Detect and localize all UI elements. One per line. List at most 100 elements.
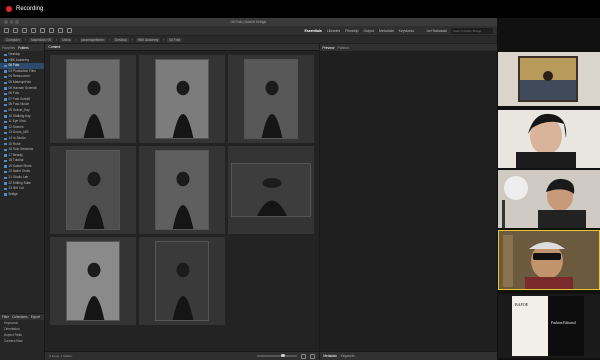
photo-image <box>155 59 210 139</box>
folder-icon <box>4 75 7 79</box>
folder-icon <box>4 171 7 174</box>
folder-icon <box>4 165 7 168</box>
thumb-portrait-7[interactable] <box>50 237 137 325</box>
tab-collections[interactable]: Collections <box>12 315 28 319</box>
tab-output[interactable]: Output <box>364 29 375 33</box>
rotate-right-icon[interactable] <box>67 28 72 33</box>
video-call-strip: BAFOE Fashion Editorial <box>498 18 600 360</box>
photo-image <box>155 241 210 321</box>
toolbar: Essentials Libraries Filmstrip Output Metada… <box>0 26 497 36</box>
breadcrumb: Computer › Macintosh HD › Users › jazzmagnifit… <box>0 36 497 44</box>
folder-icon <box>4 187 7 191</box>
tab-metadata[interactable]: Metadata <box>379 29 394 33</box>
grid-view-icon[interactable] <box>301 353 307 359</box>
minimize-icon[interactable] <box>9 20 13 24</box>
breadcrumb-item[interactable]: Computer <box>4 37 22 42</box>
record-dot-icon <box>6 6 12 12</box>
folder-icon <box>4 103 7 107</box>
breadcrumb-item[interactable]: Desktop <box>112 37 129 42</box>
folder-icon <box>4 143 7 146</box>
camera-icon[interactable] <box>31 28 36 33</box>
tab-favorites[interactable]: Favorites <box>2 46 15 50</box>
chevron-right-icon: › <box>163 37 165 42</box>
folder-icon <box>4 115 7 118</box>
tab-export[interactable]: Export <box>31 315 40 319</box>
thumb-portrait-3[interactable] <box>228 55 315 143</box>
maximize-icon[interactable] <box>15 20 19 24</box>
thumb-portrait-2[interactable] <box>139 55 226 143</box>
slide-brand: BAFOE <box>515 302 529 307</box>
tab-metadata[interactable]: Metadata <box>323 354 336 358</box>
filter-item[interactable]: Camera Raw <box>0 338 44 344</box>
folder-icon <box>4 154 7 157</box>
right-panel: Preview Publish Metadata Keywords <box>319 44 497 360</box>
workspace-tabs: Essentials Libraries Filmstrip Output Metada… <box>305 29 414 33</box>
participant-1-video <box>498 110 600 168</box>
thumbnail-size-slider[interactable] <box>257 354 298 357</box>
video-tile-slide: BAFOE Fashion Editorial <box>498 294 600 358</box>
user-name[interactable]: Juri Nakasaki <box>426 29 447 33</box>
forward-icon[interactable] <box>13 28 18 33</box>
breadcrumb-item[interactable]: 06 Foto <box>167 37 183 42</box>
filter-list: Keywords Orientation Aspect Ratio Camera Ra… <box>0 320 44 360</box>
slide-share: BAFOE Fashion Editorial <box>498 294 600 358</box>
tab-keywords[interactable]: Keywords <box>341 354 355 358</box>
thumb-landscape-6[interactable] <box>228 146 315 234</box>
breadcrumb-item[interactable]: Users <box>60 37 73 42</box>
chevron-right-icon: › <box>75 37 77 42</box>
folder-label: Bridge <box>8 191 18 196</box>
folder-icon <box>4 98 7 101</box>
folder-icon <box>4 53 7 56</box>
close-icon[interactable] <box>4 20 8 24</box>
painting-image <box>498 52 600 106</box>
search-input[interactable]: Search Adobe Bridge <box>451 27 493 34</box>
thumb-portrait-4[interactable] <box>50 146 137 234</box>
back-icon[interactable] <box>4 28 9 33</box>
left-panel: Favorites Folders Desktop HBK Academy 06 Fo… <box>0 44 46 360</box>
thumb-portrait-8[interactable] <box>139 237 226 325</box>
folder-item[interactable]: Bridge <box>0 192 44 198</box>
folder-icon <box>4 176 7 180</box>
active-speaker-video <box>499 231 599 289</box>
left-panel-tabs: Favorites Folders <box>0 44 45 51</box>
photo-image <box>231 163 312 217</box>
video-tile-active-speaker <box>498 230 600 290</box>
tab-content[interactable]: Content <box>45 44 320 51</box>
open-icon[interactable] <box>49 28 54 33</box>
tab-keywords[interactable]: Keywords <box>399 29 414 33</box>
folder-icon <box>4 193 7 196</box>
photo-image <box>66 241 121 321</box>
folder-icon <box>4 126 7 129</box>
content-footer: 8 items, 1 hidden <box>45 351 320 360</box>
chevron-right-icon: › <box>25 37 27 42</box>
folder-icon <box>4 70 7 73</box>
video-tile-participant-2 <box>498 170 600 228</box>
refine-icon[interactable] <box>40 28 45 33</box>
photo-image <box>244 59 299 139</box>
tab-preview[interactable]: Preview <box>322 46 334 50</box>
folder-icon <box>4 59 7 62</box>
video-tile-painting <box>498 52 600 106</box>
bridge-window: 06 Foto | Adobe Bridge Essentials Librari… <box>0 18 498 360</box>
tab-essentials[interactable]: Essentials <box>305 29 322 33</box>
video-tile-participant-1 <box>498 110 600 168</box>
tab-libraries[interactable]: Libraries <box>327 29 340 33</box>
folder-icon <box>4 64 7 68</box>
list-view-icon[interactable] <box>310 353 316 359</box>
breadcrumb-item[interactable]: Macintosh HD <box>29 37 54 42</box>
tab-filter[interactable]: Filter <box>2 315 9 319</box>
breadcrumb-item[interactable]: jazzmagnifitrem <box>79 37 106 42</box>
rotate-left-icon[interactable] <box>58 28 63 33</box>
recent-icon[interactable] <box>22 28 27 33</box>
folder-icon <box>4 137 7 140</box>
participant-2-video <box>498 170 600 228</box>
tab-folders[interactable]: Folders <box>18 46 29 50</box>
preview-area <box>320 51 497 351</box>
tab-filmstrip[interactable]: Filmstrip <box>345 29 358 33</box>
thumbnail-grid <box>45 51 320 351</box>
tab-publish[interactable]: Publish <box>337 46 348 50</box>
breadcrumb-item[interactable]: HBK Academy <box>135 37 161 42</box>
thumb-portrait-5[interactable] <box>139 146 226 234</box>
folder-icon <box>4 182 7 185</box>
thumb-portrait-1[interactable] <box>50 55 137 143</box>
